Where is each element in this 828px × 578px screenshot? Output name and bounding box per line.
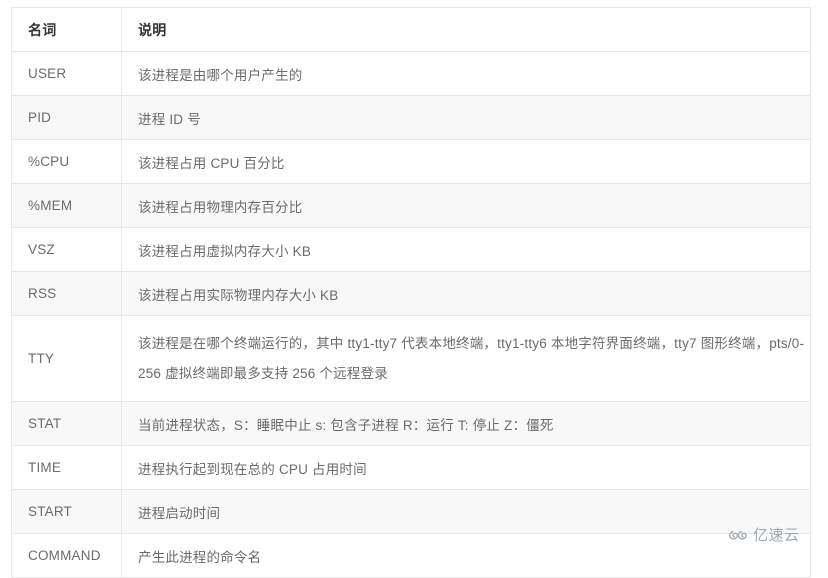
table-row: USER 该进程是由哪个用户产生的 — [11, 51, 811, 96]
table-row: STAT 当前进程状态，S：睡眠中止 s: 包含子进程 R：运行 T: 停止 Z… — [11, 401, 811, 446]
term-cell: %CPU — [11, 139, 122, 184]
description-cell: 该进程占用实际物理内存大小 KB — [121, 271, 811, 316]
term-cell: %MEM — [11, 183, 122, 228]
ps-fields-table: 名词 说明 USER 该进程是由哪个用户产生的 PID 进程 ID 号 %CPU… — [11, 7, 811, 578]
column-header-term: 名词 — [11, 7, 122, 52]
term-cell: TIME — [11, 445, 122, 490]
term-cell: START — [11, 489, 122, 534]
description-cell: 该进程是由哪个用户产生的 — [121, 51, 811, 96]
page-root: 名词 说明 USER 该进程是由哪个用户产生的 PID 进程 ID 号 %CPU… — [0, 0, 828, 578]
description-cell: 该进程占用虚拟内存大小 KB — [121, 227, 811, 272]
table-header-row: 名词 说明 — [11, 7, 811, 52]
spec-table-container: 名词 说明 USER 该进程是由哪个用户产生的 PID 进程 ID 号 %CPU… — [11, 7, 811, 578]
description-cell: 产生此进程的命令名 — [121, 533, 811, 578]
description-cell: 进程 ID 号 — [121, 95, 811, 140]
description-cell: 该进程占用 CPU 百分比 — [121, 139, 811, 184]
term-cell: RSS — [11, 271, 122, 316]
table-header: 名词 说明 — [11, 7, 811, 52]
table-row: VSZ 该进程占用虚拟内存大小 KB — [11, 227, 811, 272]
term-cell: PID — [11, 95, 122, 140]
description-cell: 该进程是在哪个终端运行的，其中 tty1-tty7 代表本地终端，tty1-tt… — [121, 315, 811, 402]
description-cell: 当前进程状态，S：睡眠中止 s: 包含子进程 R：运行 T: 停止 Z：僵死 — [121, 401, 811, 446]
description-cell: 进程执行起到现在总的 CPU 占用时间 — [121, 445, 811, 490]
table-row: PID 进程 ID 号 — [11, 95, 811, 140]
table-row: START 进程启动时间 — [11, 489, 811, 534]
term-cell: COMMAND — [11, 533, 122, 578]
column-header-description: 说明 — [121, 7, 811, 52]
term-cell: VSZ — [11, 227, 122, 272]
table-row: TIME 进程执行起到现在总的 CPU 占用时间 — [11, 445, 811, 490]
table-row: %MEM 该进程占用物理内存百分比 — [11, 183, 811, 228]
description-cell: 进程启动时间 — [121, 489, 811, 534]
table-row: %CPU 该进程占用 CPU 百分比 — [11, 139, 811, 184]
description-cell: 该进程占用物理内存百分比 — [121, 183, 811, 228]
term-cell: USER — [11, 51, 122, 96]
table-row: RSS 该进程占用实际物理内存大小 KB — [11, 271, 811, 316]
term-cell: STAT — [11, 401, 122, 446]
table-row: TTY 该进程是在哪个终端运行的，其中 tty1-tty7 代表本地终端，tty… — [11, 315, 811, 402]
table-row: COMMAND 产生此进程的命令名 — [11, 533, 811, 578]
table-body: USER 该进程是由哪个用户产生的 PID 进程 ID 号 %CPU 该进程占用… — [11, 51, 811, 578]
term-cell: TTY — [11, 315, 122, 402]
